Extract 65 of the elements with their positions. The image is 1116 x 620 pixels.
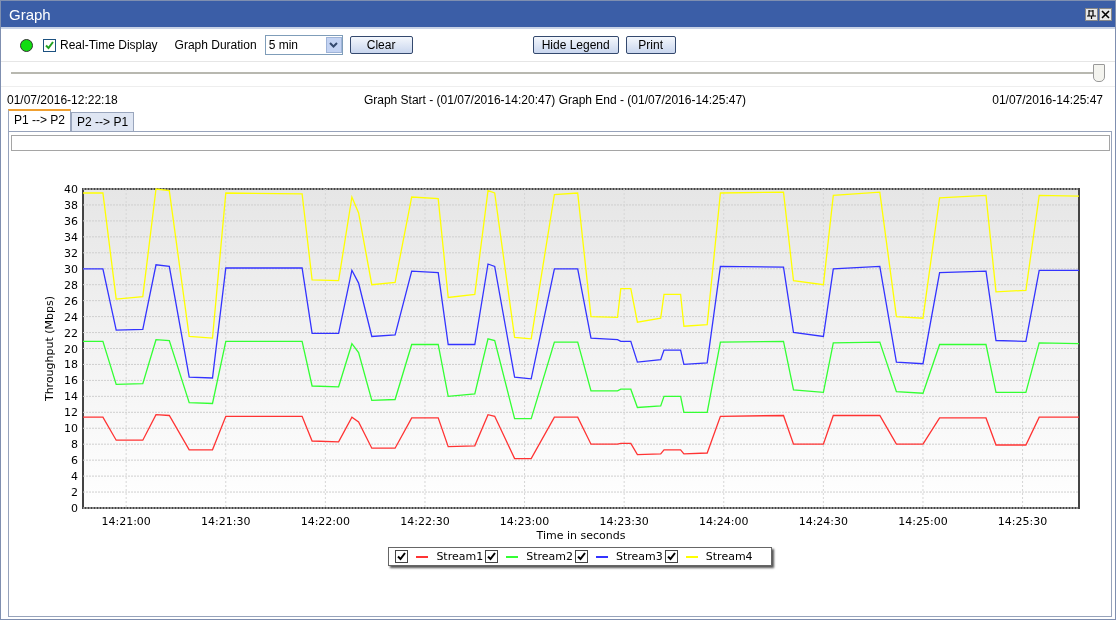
y-tick-label: 22	[64, 326, 78, 340]
y-tick-label: 18	[64, 358, 78, 372]
legend-swatch	[506, 555, 519, 558]
history-start-time: 01/07/2016-12:22:18	[7, 93, 118, 109]
input-field[interactable]	[11, 135, 1110, 151]
pin-button[interactable]	[1085, 7, 1098, 21]
y-tick-label: 6	[71, 454, 78, 468]
y-tick-label: 8	[71, 438, 78, 452]
x-tick-label: 14:24:30	[798, 515, 849, 528]
legend-checkbox[interactable]	[664, 550, 678, 563]
y-tick-label: 12	[64, 406, 78, 420]
legend-label: Stream2	[526, 550, 573, 563]
clear-button[interactable]: Clear	[349, 36, 413, 54]
y-tick-label: 32	[64, 246, 78, 260]
realtime-checkbox[interactable]	[43, 38, 56, 52]
legend-swatch	[596, 555, 608, 558]
y-tick-label: 34	[64, 230, 78, 244]
x-tick-label: 14:22:30	[400, 515, 450, 528]
direction-tab[interactable]: P1 --> P2	[8, 109, 72, 131]
y-tick-label: 0	[71, 502, 78, 515]
y-tick-label: 40	[64, 183, 78, 196]
legend-checkbox[interactable]	[485, 550, 499, 563]
close-icon	[1101, 9, 1110, 19]
window-title: Graph	[9, 5, 51, 23]
legend-label: Stream4	[705, 550, 753, 563]
hide-legend-button[interactable]: Hide Legend	[532, 36, 619, 54]
x-tick-label: 14:21:30	[201, 515, 251, 528]
y-tick-label: 14	[64, 390, 78, 404]
x-tick-label: 14:21:00	[101, 515, 151, 528]
y-axis-title: Throughput (Mbps)	[43, 295, 56, 402]
x-tick-label: 14:24:00	[699, 515, 749, 528]
pin-icon	[1087, 9, 1096, 19]
x-tick-label: 14:23:30	[599, 515, 649, 528]
y-tick-label: 20	[64, 342, 78, 356]
x-tick-label: 14:23:00	[499, 515, 550, 528]
legend-label: Stream1	[436, 550, 484, 563]
y-tick-label: 28	[64, 278, 78, 292]
caret-icon	[329, 42, 339, 48]
slider-thumb[interactable]	[1093, 64, 1105, 82]
x-tick-label: 14:25:00	[898, 515, 948, 528]
y-tick-label: 24	[64, 310, 78, 324]
x-axis-title: Time in seconds	[536, 529, 626, 542]
legend-swatch	[416, 555, 429, 558]
duration-label: Graph Duration	[174, 38, 257, 52]
y-tick-label: 36	[64, 214, 78, 228]
legend-checkbox[interactable]	[395, 550, 409, 563]
y-tick-label: 2	[71, 486, 78, 500]
y-tick-label: 10	[64, 422, 78, 436]
duration-dropdown[interactable]: 5 min	[264, 35, 343, 55]
realtime-label: Real-Time Display	[60, 38, 158, 52]
legend-swatch	[685, 555, 698, 558]
x-tick-label: 14:25:30	[997, 515, 1048, 528]
close-button[interactable]	[1099, 7, 1112, 21]
y-tick-label: 30	[64, 262, 78, 276]
y-tick-label: 4	[71, 470, 78, 484]
print-button[interactable]: Print	[625, 36, 676, 54]
history-end-time: 01/07/2016-14:25:47	[992, 93, 1103, 109]
direction-tab[interactable]: P2 --> P1	[71, 112, 135, 131]
y-tick-label: 26	[64, 294, 78, 308]
x-tick-label: 14:22:00	[300, 515, 351, 528]
legend-checkbox[interactable]	[575, 550, 588, 563]
y-tick-label: 38	[64, 198, 78, 212]
legend-label: Stream3	[616, 550, 663, 563]
y-tick-label: 16	[64, 374, 78, 388]
graph-range-text: Graph Start - (01/07/2016-14:20:47) Graph End - (01/07/2016-14:25:47)	[363, 93, 747, 109]
